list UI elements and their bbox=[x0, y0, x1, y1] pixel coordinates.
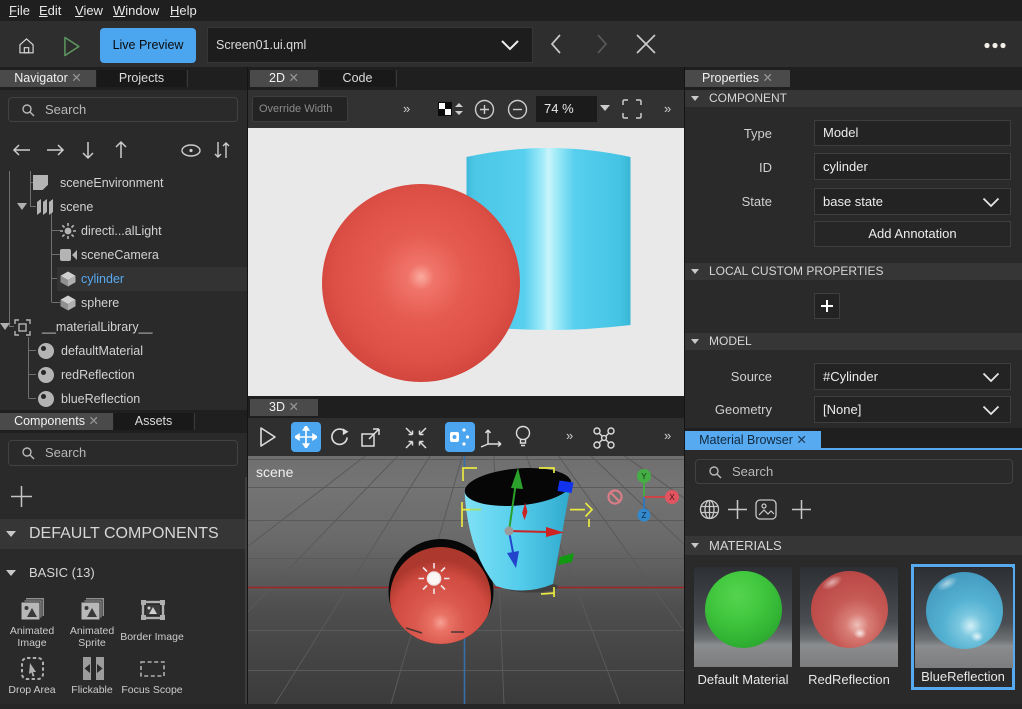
svg-text:Z: Z bbox=[642, 511, 647, 520]
svg-text:scene: scene bbox=[256, 464, 294, 480]
svg-text:Y: Y bbox=[641, 472, 647, 481]
svg-text:X: X bbox=[669, 493, 675, 502]
